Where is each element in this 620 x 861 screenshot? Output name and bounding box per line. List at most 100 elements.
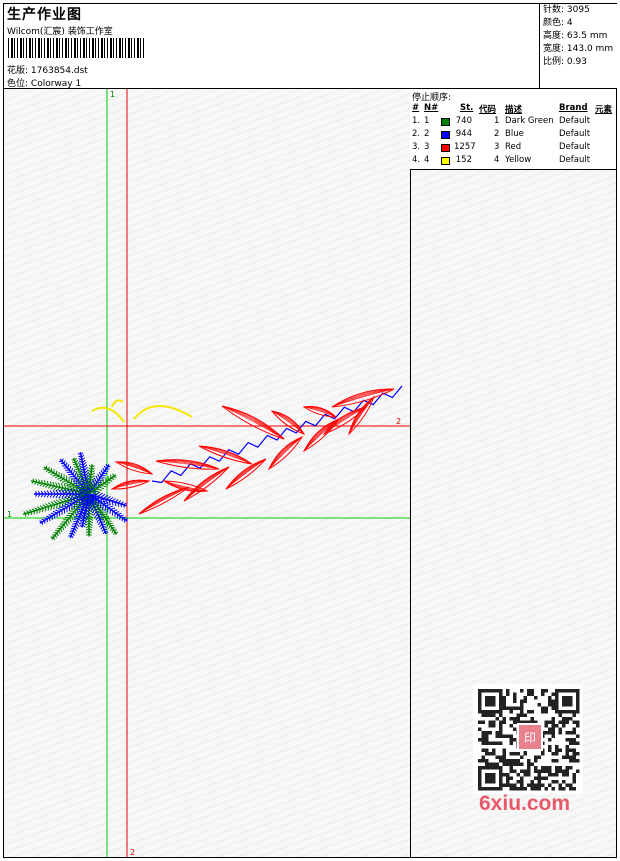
qr-module: [520, 703, 524, 707]
qr-module: [513, 720, 517, 724]
qr-module: [516, 759, 520, 763]
fern-leaflet: [123, 504, 125, 508]
fern-leaflet: [63, 523, 67, 529]
qr-module: [485, 738, 489, 742]
fern-leaflet: [59, 478, 65, 482]
file-name: 1763854.dst: [30, 66, 88, 76]
stat-value: 0.93: [566, 57, 587, 67]
fern-leaflet: [98, 486, 105, 490]
legend-header-brand: Brand: [559, 103, 588, 113]
qr-module: [499, 724, 503, 728]
qr-module: [516, 780, 520, 784]
stat-stitches: 针数: 3095: [540, 4, 617, 17]
qr-module: [558, 710, 562, 714]
qr-module: [572, 776, 576, 780]
qr-module: [478, 766, 482, 770]
leaf-fill-stitch: [138, 486, 190, 515]
qr-module: [499, 706, 503, 710]
qr-module: [478, 780, 482, 784]
qr-module: [530, 780, 534, 784]
fern-leaflet: [56, 532, 59, 537]
legend-cell-no: 1: [424, 116, 430, 126]
qr-module: [523, 787, 527, 791]
qr-module: [551, 703, 555, 707]
qr-module: [502, 734, 506, 738]
qr-module: [551, 773, 555, 777]
qr-module: [478, 720, 482, 724]
qr-module: [572, 731, 576, 735]
qr-module: [478, 703, 482, 707]
fern-leaflet: [57, 477, 62, 480]
colorway-label: 色位:: [7, 79, 29, 89]
qr-module: [534, 783, 538, 787]
qr-module: [485, 759, 489, 763]
qr-module: [551, 787, 555, 791]
stats-panel: 针数: 3095 颜色: 4 高度: 63.5 mm 宽度: 143.0 mm …: [539, 4, 617, 88]
fern-leaflet: [108, 496, 114, 501]
qr-module: [481, 741, 485, 745]
qr-module: [555, 724, 559, 728]
qr-module: [548, 783, 552, 787]
leaf-fill-stitch: [198, 445, 253, 465]
qr-module: [558, 720, 562, 724]
sheet-header: 生产作业图 Wilcom(汇宸) 装饰工作室 花版: 1763854.dst 色…: [4, 4, 617, 89]
qr-module: [530, 710, 534, 714]
qr-module: [569, 787, 573, 791]
qr-module: [530, 787, 534, 791]
qr-module: [499, 731, 503, 735]
qr-module: [478, 692, 482, 696]
qr-module: [520, 713, 524, 717]
qr-module: [555, 748, 559, 752]
fern-leaflet: [75, 459, 79, 464]
qr-module: [478, 710, 482, 714]
qr-module: [485, 776, 489, 780]
qr-module: [478, 776, 482, 780]
qr-module: [495, 710, 499, 714]
legend-row: 4. 4 152 4 Yellow Default: [410, 155, 616, 168]
qr-module: [488, 762, 492, 766]
fern-leaflet: [61, 504, 68, 508]
legend-cell-num: 4.: [412, 155, 421, 165]
qr-module: [548, 745, 552, 749]
fern-leaflet: [111, 511, 114, 516]
legend-cell-code: 4: [494, 155, 500, 165]
fern-leaflet: [42, 504, 47, 508]
qr-module: [569, 696, 573, 700]
qr-module: [488, 703, 492, 707]
qr-module: [565, 783, 569, 787]
fern-leaflet: [97, 521, 102, 526]
qr-module: [576, 692, 580, 696]
fern-leaflet: [72, 530, 76, 534]
qr-module: [478, 727, 482, 731]
qr-module: [548, 727, 552, 731]
qr-module: [558, 713, 562, 717]
leaf-fill-stitch: [331, 388, 395, 408]
qr-module: [530, 692, 534, 696]
legend-header-desc: 描述: [505, 105, 523, 115]
fern-leaflet: [48, 471, 52, 474]
qr-module: [485, 766, 489, 770]
fern-leaflet: [71, 532, 75, 536]
color-swatch: [441, 131, 450, 139]
qr-module: [572, 738, 576, 742]
qr-module: [502, 696, 506, 700]
qr-module: [502, 773, 506, 777]
qr-module: [576, 759, 580, 763]
qr-module: [555, 745, 559, 749]
qr-module: [558, 769, 562, 773]
qr-module: [513, 762, 517, 766]
qr-module: [499, 776, 503, 780]
qr-module: [523, 699, 527, 703]
qr-module: [548, 773, 552, 777]
qr-module: [565, 731, 569, 735]
red-leaf: [225, 458, 267, 490]
qr-module: [509, 762, 513, 766]
qr-module: [502, 699, 506, 703]
qr-module: [488, 731, 492, 735]
qr-module: [509, 734, 513, 738]
qr-module: [527, 773, 531, 777]
fern-leaflet: [68, 466, 72, 471]
legend-cell-num: 3.: [412, 142, 421, 152]
stat-value: 4: [566, 18, 573, 28]
qr-module: [544, 720, 548, 724]
